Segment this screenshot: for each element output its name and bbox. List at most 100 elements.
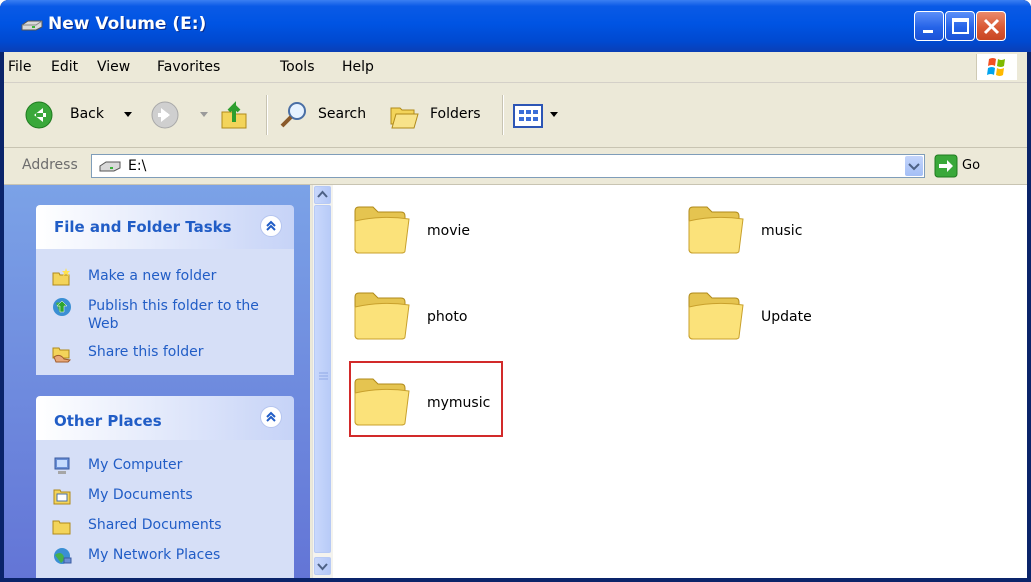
- maximize-icon: [952, 18, 969, 34]
- maximize-button[interactable]: [945, 11, 975, 41]
- folder-item-movie[interactable]: movie: [351, 199, 551, 263]
- network-places-icon: [54, 548, 72, 564]
- views-icon: [513, 104, 543, 128]
- address-label: Address: [22, 157, 78, 173]
- go-arrow-icon: [934, 154, 958, 178]
- folders-icon: [390, 107, 419, 129]
- folder-icon: [354, 292, 410, 340]
- minimize-button[interactable]: [914, 11, 944, 41]
- my-documents-icon: [53, 489, 71, 505]
- minimize-icon: [923, 30, 933, 33]
- folder-name: photo: [427, 309, 468, 325]
- chevron-down-icon: [550, 112, 558, 117]
- close-button[interactable]: [976, 11, 1006, 41]
- panel-body: Make a new folder Publish this folder to…: [36, 249, 294, 375]
- folder-item-update[interactable]: Update: [685, 285, 885, 349]
- double-chevron-up-icon: [266, 220, 276, 231]
- scroll-up-button[interactable]: [314, 186, 331, 204]
- file-list-area[interactable]: movie music photo Update mymusic: [333, 185, 1027, 578]
- forward-button[interactable]: [150, 100, 212, 130]
- task-pane: File and Folder Tasks Make a new folder …: [4, 185, 310, 578]
- other-places-panel: Other Places My Computer My Documents Sh…: [36, 396, 294, 578]
- menu-view[interactable]: View: [97, 59, 130, 75]
- menu-file[interactable]: File: [8, 59, 31, 75]
- folder-item-music[interactable]: music: [685, 199, 885, 263]
- forward-arrow-icon: [151, 101, 179, 129]
- explorer-window: New Volume (E:) File Edit View Favorites…: [0, 0, 1031, 582]
- scroll-down-button[interactable]: [314, 557, 331, 575]
- folder-icon: [354, 206, 410, 254]
- menu-help[interactable]: Help: [342, 59, 374, 75]
- window-frame-bottom: [0, 578, 1031, 582]
- back-arrow-icon: [25, 101, 53, 129]
- panel-title: File and Folder Tasks: [54, 218, 232, 236]
- chevron-down-icon: [317, 563, 328, 571]
- title-bar[interactable]: New Volume (E:): [0, 0, 1031, 52]
- toolbar: Back Search Folders: [4, 83, 1027, 148]
- toolbar-separator: [502, 95, 504, 135]
- folder-name: movie: [427, 223, 470, 239]
- collapse-button[interactable]: [260, 215, 282, 237]
- windows-flag-icon: [987, 58, 1005, 76]
- menu-edit[interactable]: Edit: [51, 59, 78, 75]
- drive-icon: [99, 161, 121, 172]
- folders-button[interactable]: Folders: [388, 100, 492, 130]
- close-icon: [983, 18, 1000, 35]
- shared-documents-icon: [52, 520, 71, 535]
- folder-item-photo[interactable]: photo: [351, 285, 551, 349]
- chevron-down-icon: [124, 112, 132, 117]
- folder-icon: [688, 292, 744, 340]
- task-label: Publish this folder to the Web: [88, 298, 259, 332]
- up-folder-icon: [221, 101, 247, 129]
- collapse-button[interactable]: [260, 406, 282, 428]
- views-button[interactable]: [512, 100, 562, 130]
- place-label: My Network Places: [88, 547, 221, 563]
- chevron-up-icon: [317, 190, 328, 198]
- menu-favorites[interactable]: Favorites: [157, 59, 220, 75]
- panel-header[interactable]: File and Folder Tasks: [36, 205, 294, 249]
- search-button[interactable]: Search: [278, 100, 378, 130]
- task-label: Make a new folder: [88, 268, 217, 284]
- file-folder-tasks-panel: File and Folder Tasks Make a new folder …: [36, 205, 294, 375]
- my-computer-icon: [54, 457, 70, 474]
- scroll-thumb[interactable]: [314, 205, 331, 553]
- up-folder-button[interactable]: [218, 100, 254, 130]
- go-button[interactable]: Go: [934, 154, 994, 178]
- window-title: New Volume (E:): [48, 14, 207, 34]
- back-label: Back: [70, 106, 104, 122]
- folders-label: Folders: [430, 106, 481, 122]
- menu-tools[interactable]: Tools: [280, 59, 315, 75]
- folder-name: music: [761, 223, 803, 239]
- client-area: File Edit View Favorites Tools Help Back…: [4, 52, 1027, 578]
- folder-icon: [688, 206, 744, 254]
- address-dropdown-button[interactable]: [905, 156, 923, 176]
- address-value: E:\: [128, 158, 147, 174]
- place-label: My Computer: [88, 457, 183, 473]
- address-input[interactable]: E:\: [91, 154, 925, 178]
- task-label: Share this folder: [88, 344, 204, 360]
- address-bar: Address E:\ Go: [4, 148, 1027, 185]
- windows-logo: [976, 54, 1017, 80]
- menu-bar: File Edit View Favorites Tools Help: [4, 52, 1027, 83]
- double-chevron-up-icon: [266, 411, 276, 422]
- chevron-down-icon: [200, 112, 208, 117]
- folder-name: Update: [761, 309, 812, 325]
- panel-title: Other Places: [54, 412, 162, 430]
- share-folder-icon: [52, 347, 72, 363]
- panel-header[interactable]: Other Places: [36, 396, 294, 440]
- go-label: Go: [962, 158, 981, 173]
- panel-body: My Computer My Documents Shared Document…: [36, 440, 294, 578]
- drive-icon: [21, 20, 43, 31]
- toolbar-separator: [266, 95, 268, 135]
- chevron-down-icon: [908, 163, 920, 171]
- search-label: Search: [318, 106, 367, 122]
- search-icon: [280, 102, 306, 128]
- highlight-box: [349, 361, 503, 437]
- place-label: My Documents: [88, 487, 193, 503]
- grip-icon: [319, 372, 328, 380]
- new-folder-icon: [52, 268, 70, 286]
- place-label: Shared Documents: [88, 517, 222, 533]
- vertical-scrollbar[interactable]: [312, 185, 333, 578]
- back-button[interactable]: Back: [24, 100, 134, 130]
- publish-web-icon: [53, 298, 71, 316]
